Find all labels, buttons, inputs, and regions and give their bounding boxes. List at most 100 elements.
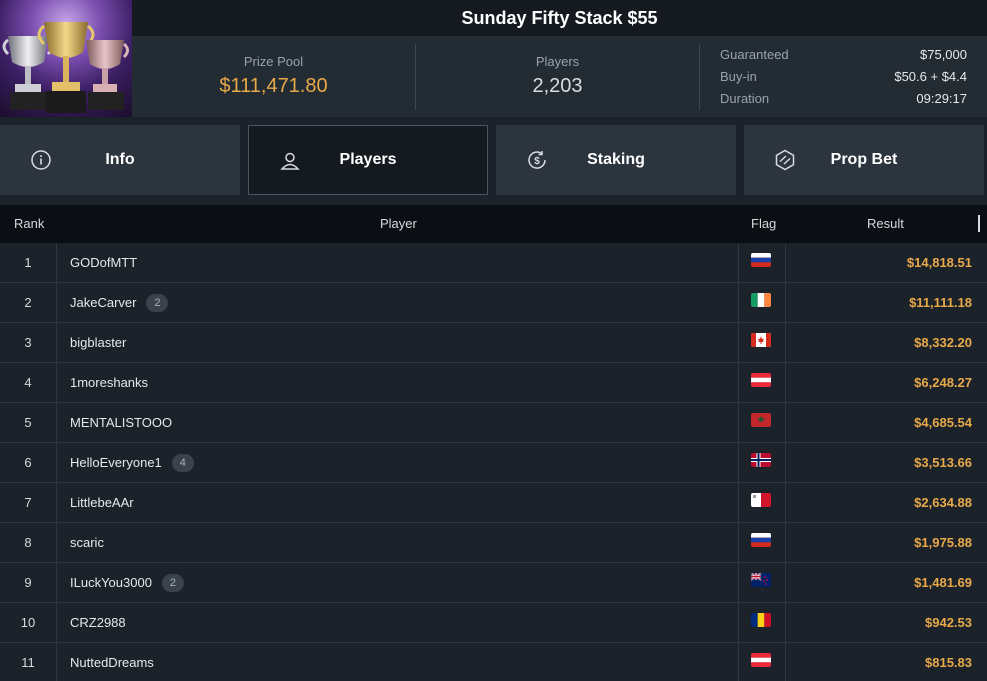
flag-cell — [738, 563, 786, 602]
player-cell: scaric — [70, 523, 104, 562]
player-name[interactable]: LittlebeAAr — [70, 483, 134, 522]
tab-info[interactable]: Info — [0, 125, 240, 195]
detail-key: Buy-in — [720, 69, 757, 84]
player-name[interactable]: ILuckYou3000 — [70, 563, 152, 602]
result-cell: $8,332.20 — [914, 335, 972, 350]
column-rank[interactable]: Rank — [14, 216, 44, 231]
player-cell: JakeCarver 2 — [70, 283, 169, 322]
flag-cell — [738, 603, 786, 642]
romania-flag-icon — [751, 613, 771, 627]
rank-cell: 8 — [0, 523, 57, 562]
rank-cell: 3 — [0, 323, 57, 362]
player-name[interactable]: 1moreshanks — [70, 363, 148, 402]
morocco-flag-icon — [751, 413, 771, 427]
russia-flag-icon — [751, 253, 771, 267]
rank-cell: 10 — [0, 603, 57, 642]
table-row[interactable]: 7 LittlebeAAr $2,634.88 — [0, 483, 987, 523]
table-row[interactable]: 9 ILuckYou3000 2 $1,481.69 — [0, 563, 987, 603]
result-cell: $2,634.88 — [914, 495, 972, 510]
canada-flag-icon — [751, 333, 771, 347]
trophy-image — [0, 0, 132, 117]
rank-cell: 1 — [0, 243, 57, 282]
rank-cell: 5 — [0, 403, 57, 442]
player-cell: GODofMTT — [70, 243, 137, 282]
table-row[interactable]: 2 JakeCarver 2 $11,111.18 — [0, 283, 987, 323]
player-name[interactable]: bigblaster — [70, 323, 126, 362]
table-row[interactable]: 8 scaric $1,975.88 — [0, 523, 987, 563]
column-flag[interactable]: Flag — [751, 216, 776, 231]
table-row[interactable]: 1 GODofMTT $14,818.51 — [0, 243, 987, 283]
players-value: 2,203 — [532, 75, 583, 97]
flag-cell — [738, 643, 786, 681]
dollar-cycle-icon: $ — [528, 151, 546, 169]
table-row[interactable]: 4 1moreshanks $6,248.27 — [0, 363, 987, 403]
prize-pool-stat: Prize Pool $111,471.80 — [132, 36, 415, 117]
austria-flag-icon — [751, 373, 771, 387]
player-name[interactable]: NuttedDreams — [70, 643, 154, 681]
prop-bet-icon — [775, 149, 795, 171]
result-cell: $4,685.54 — [914, 415, 972, 430]
result-cell: $815.83 — [925, 655, 972, 670]
player-name[interactable]: CRZ2988 — [70, 603, 126, 642]
player-cell: HelloEveryone1 4 — [70, 443, 194, 482]
result-cell: $3,513.66 — [914, 455, 972, 470]
new-zealand-flag-icon — [751, 573, 771, 587]
table-header: Rank Player Flag Result — [0, 205, 987, 243]
result-cell: $1,975.88 — [914, 535, 972, 550]
detail-value: $75,000 — [920, 47, 967, 62]
player-name[interactable]: JakeCarver — [70, 283, 136, 322]
detail-row-guaranteed: Guaranteed $75,000 — [720, 47, 967, 65]
flag-cell — [738, 403, 786, 442]
rank-cell: 2 — [0, 283, 57, 322]
detail-value: $50.6 + $4.4 — [894, 69, 967, 84]
entries-badge: 2 — [161, 573, 184, 592]
player-cell: NuttedDreams — [70, 643, 154, 681]
column-result[interactable]: Result — [867, 216, 904, 231]
player-cell: CRZ2988 — [70, 603, 126, 642]
column-player[interactable]: Player — [380, 216, 417, 231]
detail-row-duration: Duration 09:29:17 — [720, 91, 967, 109]
flag-cell — [738, 283, 786, 322]
tournament-stats: Prize Pool $111,471.80 Players 2,203 Gua… — [132, 36, 987, 117]
entries-badge: 4 — [171, 453, 194, 472]
rank-cell: 6 — [0, 443, 57, 482]
rank-cell: 11 — [0, 643, 57, 681]
tab-staking[interactable]: $ Staking — [496, 125, 736, 195]
player-name[interactable]: GODofMTT — [70, 243, 137, 282]
result-cell: $942.53 — [925, 615, 972, 630]
flag-cell — [738, 443, 786, 482]
scrollbar[interactable] — [978, 215, 980, 232]
info-icon — [31, 150, 51, 170]
player-name[interactable]: MENTALISTOOO — [70, 403, 172, 442]
table-row[interactable]: 3 bigblaster $8,332.20 — [0, 323, 987, 363]
player-name[interactable]: scaric — [70, 523, 104, 562]
tab-prop-bet[interactable]: Prop Bet — [744, 125, 984, 195]
player-name[interactable]: HelloEveryone1 — [70, 443, 162, 482]
players-label: Players — [535, 54, 580, 69]
russia-flag-icon — [751, 533, 771, 547]
tournament-title: Sunday Fifty Stack $55 — [132, 0, 987, 36]
player-cell: 1moreshanks — [70, 363, 148, 402]
flag-cell — [738, 523, 786, 562]
result-cell: $6,248.27 — [914, 375, 972, 390]
tournament-header: Sunday Fifty Stack $55 Prize Pool $111,4… — [0, 0, 987, 117]
player-cell: ILuckYou3000 2 — [70, 563, 184, 602]
result-cell: $11,111.18 — [909, 295, 972, 310]
svg-text:$: $ — [534, 156, 540, 167]
rank-cell: 4 — [0, 363, 57, 402]
table-row[interactable]: 11 NuttedDreams $815.83 — [0, 643, 987, 681]
entries-badge: 2 — [146, 293, 169, 312]
detail-key: Duration — [720, 91, 770, 106]
ireland-flag-icon — [751, 293, 771, 307]
tab-players[interactable]: Players — [248, 125, 488, 195]
result-cell: $1,481.69 — [914, 575, 972, 590]
tournament-details: Guaranteed $75,000 Buy-in $50.6 + $4.4 D… — [720, 36, 967, 117]
player-cell: MENTALISTOOO — [70, 403, 172, 442]
table-row[interactable]: 5 MENTALISTOOO $4,685.54 — [0, 403, 987, 443]
player-cell: bigblaster — [70, 323, 126, 362]
flag-cell — [738, 323, 786, 362]
players-table: 1 GODofMTT $14,818.51 2 JakeCarver 2 $11,111.1… — [0, 243, 987, 681]
table-row[interactable]: 10 CRZ2988 $942.53 — [0, 603, 987, 643]
table-row[interactable]: 6 HelloEveryone1 4 $3,513.66 — [0, 443, 987, 483]
norway-flag-icon — [751, 453, 771, 467]
